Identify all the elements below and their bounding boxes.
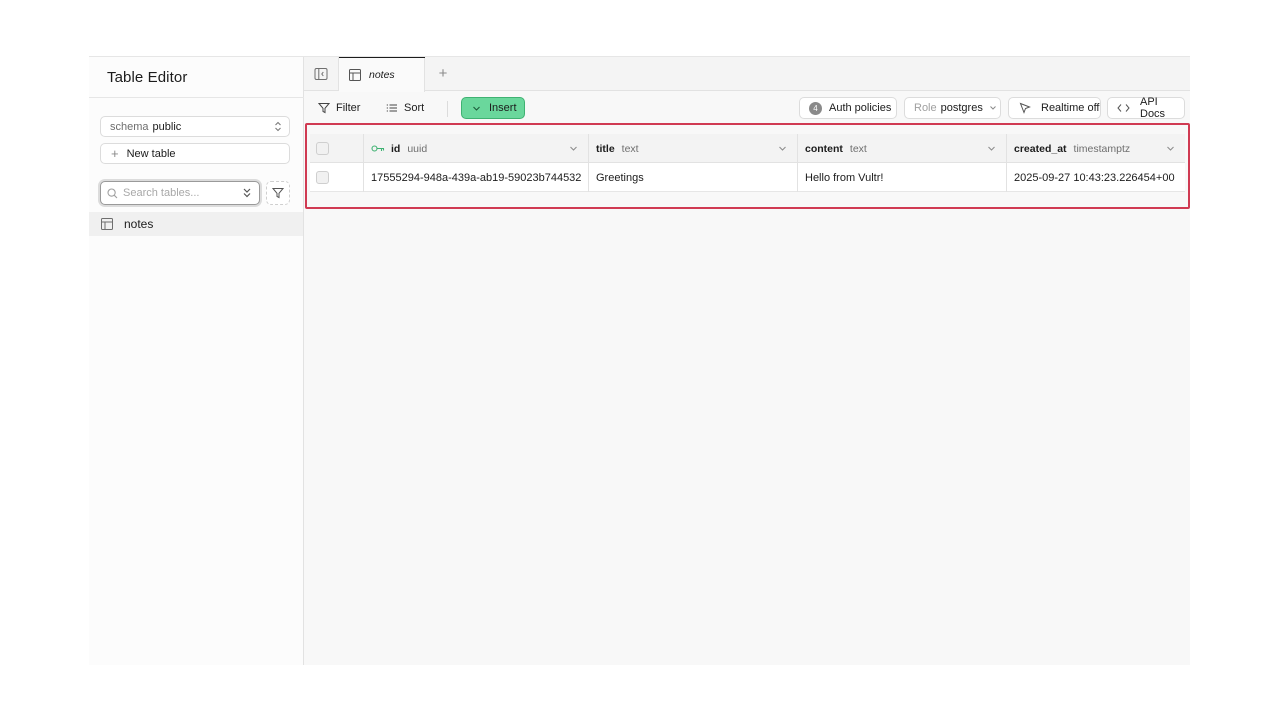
data-grid: id uuid title text content text created_…: [310, 134, 1185, 192]
realtime-toggle-button[interactable]: Realtime off: [1008, 97, 1101, 119]
sort-label: Sort: [404, 102, 425, 114]
select-all-checkbox[interactable]: [316, 142, 329, 155]
tab-bar: notes +: [304, 57, 1190, 92]
filter-label: Filter: [336, 102, 361, 114]
chevron-down-icon[interactable]: [1166, 144, 1175, 153]
cell-id[interactable]: 17555294-948a-439a-ab19-59023b744532: [364, 163, 589, 192]
column-name: title: [596, 142, 615, 155]
auth-policies-count-badge: 4: [809, 101, 822, 115]
plus-icon: +: [111, 146, 119, 161]
table-icon: [101, 218, 113, 230]
column-type: uuid: [407, 142, 428, 155]
column-name: content: [805, 142, 843, 155]
grid-header-row: id uuid title text content text created_…: [310, 134, 1185, 163]
sidebar-title: Table Editor: [107, 69, 188, 86]
grid-toolbar: Filter Sort Insert 4 Auth policies Role …: [304, 92, 1190, 124]
table-icon: [349, 68, 361, 81]
api-docs-label: API Docs: [1140, 96, 1166, 120]
tab-label: notes: [369, 68, 395, 81]
table-row[interactable]: 17555294-948a-439a-ab19-59023b744532 Gre…: [310, 163, 1185, 192]
sidebar-item-notes[interactable]: notes: [89, 212, 303, 236]
tab-notes[interactable]: notes: [339, 57, 425, 92]
api-docs-button[interactable]: API Docs: [1107, 96, 1185, 120]
insert-label: Insert: [489, 102, 517, 114]
sort-button[interactable]: Sort: [386, 97, 424, 119]
role-value: postgres: [940, 102, 983, 114]
auth-policies-button[interactable]: 4 Auth policies: [799, 97, 897, 119]
auth-policies-label: Auth policies: [829, 102, 892, 114]
schema-value: public: [152, 120, 182, 133]
search-icon: [107, 187, 118, 199]
schema-label: schema: [110, 120, 149, 133]
new-table-label: New table: [126, 147, 176, 160]
filter-tables-button[interactable]: [266, 181, 290, 205]
cell-title[interactable]: Greetings: [589, 163, 798, 192]
active-tab-indicator: [339, 57, 425, 58]
cursor-icon: [1019, 102, 1031, 114]
chevron-down-icon[interactable]: [987, 144, 996, 153]
key-icon: [371, 144, 385, 153]
column-type: text: [621, 142, 639, 155]
filter-icon: [318, 102, 330, 114]
add-tab-icon[interactable]: +: [435, 66, 451, 82]
row-checkbox-cell: [310, 163, 364, 192]
list-icon: [386, 102, 398, 114]
chevron-down-icon[interactable]: [569, 144, 578, 153]
sidebar-divider: [89, 97, 304, 98]
new-table-button[interactable]: + New table: [100, 143, 290, 164]
column-name: created_at: [1014, 142, 1067, 155]
column-header-content[interactable]: content text: [798, 134, 1007, 163]
chevron-down-icon: [989, 104, 997, 112]
search-tables-box[interactable]: [100, 181, 260, 205]
sidebar-toggle-icon[interactable]: [314, 67, 328, 81]
realtime-label: Realtime off: [1041, 102, 1100, 114]
chevron-up-down-icon: [273, 120, 283, 136]
column-header-title[interactable]: title text: [589, 134, 798, 163]
chevron-down-icon[interactable]: [778, 144, 787, 153]
role-select[interactable]: Role postgres: [904, 97, 1001, 119]
role-label: Role: [914, 102, 937, 114]
table-editor-app: Table Editor schema public + New table S…: [89, 56, 1190, 665]
cell-created-at[interactable]: 2025-09-27 10:43:23.226454+00: [1007, 163, 1185, 192]
column-name: id: [391, 142, 401, 155]
main-panel: notes + Filter Sort Insert 4 Auth polici…: [304, 57, 1190, 665]
sidebar-item-label: notes: [124, 217, 154, 231]
schema-select[interactable]: schema public: [100, 116, 290, 137]
filter-icon: [272, 187, 284, 199]
chevrons-down-icon[interactable]: [241, 186, 253, 203]
column-type: timestamptz: [1073, 142, 1131, 155]
sidebar: Table Editor schema public + New table S…: [89, 57, 304, 665]
header-checkbox-cell: [310, 134, 364, 163]
column-header-created-at[interactable]: created_at timestamptz: [1007, 134, 1185, 163]
search-tables-input[interactable]: [123, 187, 233, 199]
filter-button[interactable]: Filter: [318, 97, 360, 119]
insert-button[interactable]: Insert: [461, 97, 525, 119]
column-type: text: [849, 142, 867, 155]
column-header-id[interactable]: id uuid: [364, 134, 589, 163]
toolbar-divider: [447, 101, 448, 117]
row-checkbox[interactable]: [316, 171, 329, 184]
chevron-down-icon: [472, 104, 481, 113]
code-icon: [1117, 103, 1130, 113]
cell-content[interactable]: Hello from Vultr!: [798, 163, 1007, 192]
